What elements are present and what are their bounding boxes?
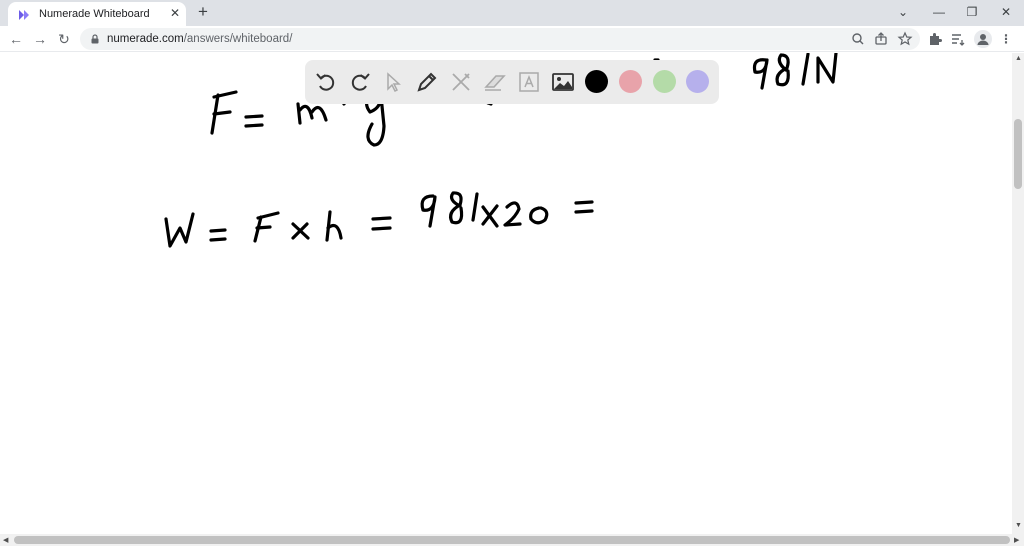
handwriting-981N [752, 53, 838, 90]
reload-button[interactable]: ↻ [55, 30, 73, 48]
zoom-search-icon[interactable] [850, 31, 866, 47]
handwriting-ink [164, 53, 838, 248]
forward-button[interactable]: → [31, 30, 49, 48]
reading-list-icon[interactable] [950, 31, 966, 47]
extensions-puzzle-icon[interactable] [927, 31, 943, 47]
color-swatch-purple[interactable] [686, 70, 709, 93]
scroll-right-arrow-icon[interactable]: ▶ [1014, 536, 1019, 544]
whiteboard-toolbar [305, 60, 719, 104]
restore-button[interactable]: ❐ [963, 4, 981, 20]
undo-icon [316, 73, 335, 91]
bookmark-star-icon[interactable] [897, 31, 913, 47]
tab-numerade-whiteboard[interactable]: Numerade Whiteboard ✕ [8, 2, 186, 26]
handwriting-line-2 [164, 191, 594, 248]
scroll-down-arrow-icon[interactable]: ▼ [1015, 522, 1022, 529]
color-swatch-black[interactable] [585, 70, 608, 93]
horizontal-scroll-thumb[interactable] [14, 536, 1010, 544]
text-tool[interactable] [516, 69, 542, 95]
redo-button[interactable] [347, 69, 373, 95]
url-text: numerade.com/answers/whiteboard/ [107, 33, 293, 45]
tab-title: Numerade Whiteboard [39, 8, 150, 20]
undo-button[interactable] [313, 69, 339, 95]
pointer-tool[interactable] [380, 69, 406, 95]
person-icon [977, 34, 989, 45]
color-swatch-green[interactable] [653, 70, 676, 93]
redo-icon [351, 73, 370, 91]
share-icon[interactable] [873, 31, 889, 47]
pen-icon [417, 72, 437, 92]
minimize-button[interactable]: — [930, 4, 948, 20]
scroll-up-arrow-icon[interactable]: ▲ [1015, 55, 1022, 62]
lock-icon [91, 34, 99, 44]
pen-tool[interactable] [414, 69, 440, 95]
eraser-icon [484, 75, 506, 91]
more-menu-icon[interactable]: ⋮ [998, 31, 1014, 47]
image-tool[interactable] [550, 69, 576, 95]
tools-icon [452, 73, 470, 91]
back-button[interactable]: ← [7, 30, 25, 48]
eraser-tool[interactable] [482, 69, 508, 95]
shapes-tool[interactable] [448, 69, 474, 95]
tab-search-chevron-icon[interactable]: ⌄ [894, 4, 912, 20]
horizontal-scrollbar[interactable]: ◀ ▶ [0, 534, 1024, 546]
tab-close-icon[interactable]: ✕ [168, 6, 182, 20]
tab-strip: Numerade Whiteboard ✕ + ⌄ — ❐ ✕ [0, 0, 1024, 26]
address-bar[interactable]: numerade.com/answers/whiteboard/ [80, 28, 920, 50]
vertical-scroll-thumb[interactable] [1014, 119, 1022, 189]
image-icon [552, 73, 574, 91]
new-tab-button[interactable]: + [194, 3, 212, 21]
scroll-left-arrow-icon[interactable]: ◀ [3, 536, 8, 544]
color-swatch-pink[interactable] [619, 70, 642, 93]
pointer-icon [387, 72, 401, 93]
close-window-button[interactable]: ✕ [997, 4, 1015, 20]
profile-avatar[interactable] [974, 30, 992, 48]
numerade-logo-icon [19, 10, 29, 20]
vertical-scrollbar[interactable]: ▲ ▼ [1012, 53, 1024, 534]
browser-toolbar: ← → ↻ numerade.com/answers/whiteboard/ ⋮ [0, 26, 1024, 52]
text-icon [519, 72, 539, 92]
whiteboard-canvas[interactable] [0, 53, 1012, 534]
